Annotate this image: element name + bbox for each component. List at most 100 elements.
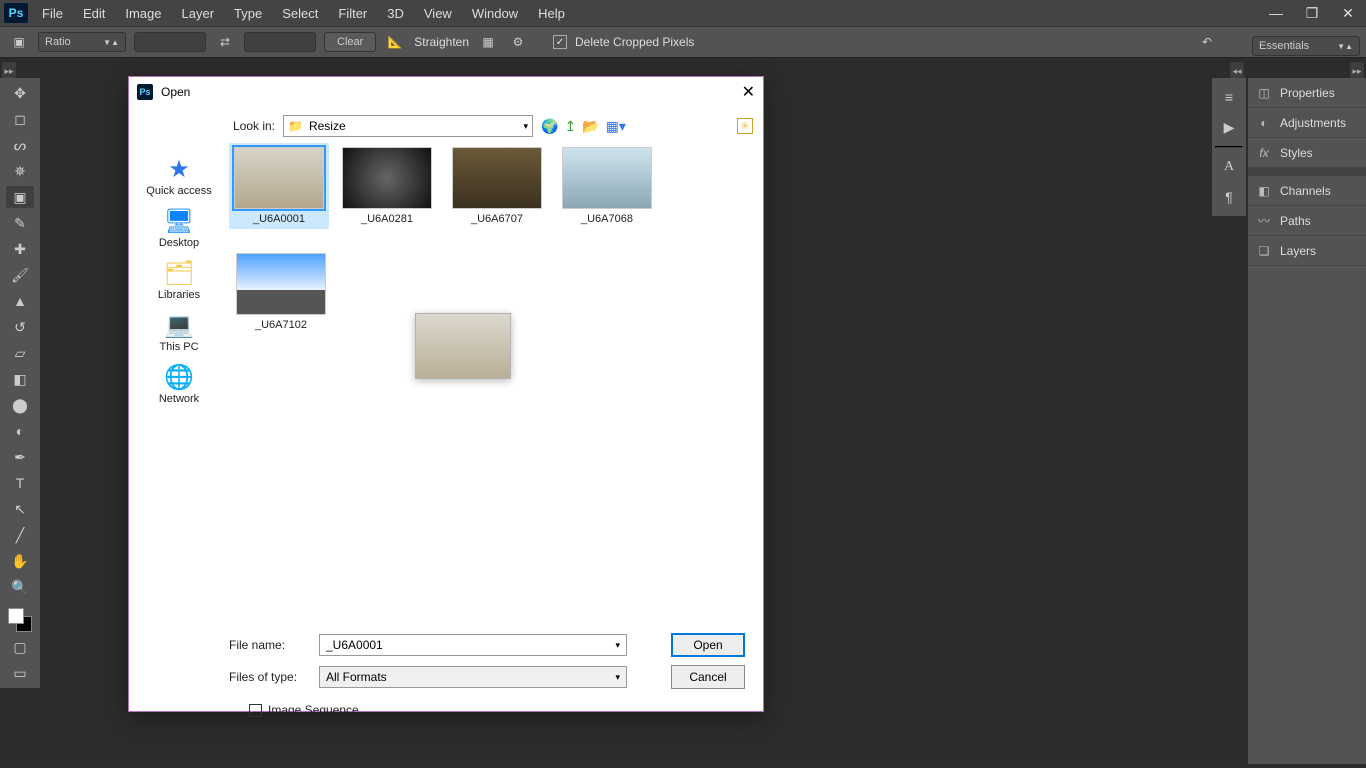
panel-styles[interactable]: fxStyles — [1248, 138, 1366, 168]
place-libraries[interactable]: 🗂Libraries — [158, 259, 200, 301]
look-in-dropdown[interactable]: 📁 Resize ▾ — [283, 115, 533, 137]
dodge-tool[interactable]: ◐ — [6, 420, 34, 442]
magic-wand-tool[interactable]: ✵ — [6, 160, 34, 182]
reset-icon[interactable]: ↶ — [1196, 31, 1218, 53]
eraser-tool[interactable]: ▱ — [6, 342, 34, 364]
file-item-3[interactable]: _U6A7068 — [559, 147, 655, 225]
panel-stack: ◫Properties ◐Adjustments fxStyles ◧Chann… — [1248, 78, 1366, 764]
quick-mask-toggle[interactable]: ▢ — [6, 636, 34, 658]
cancel-button[interactable]: Cancel — [671, 665, 745, 689]
place-this-pc[interactable]: 💻This PC — [159, 311, 198, 353]
crop-tool[interactable]: ▣ — [6, 186, 34, 208]
panel-adjustments[interactable]: ◐Adjustments — [1248, 108, 1366, 138]
presets-icon[interactable]: ≡ — [1218, 86, 1240, 108]
close-button[interactable]: ✕ — [1330, 0, 1366, 26]
file-name-4: _U6A7102 — [255, 319, 307, 331]
ratio-width-input[interactable] — [134, 32, 206, 52]
menu-bar: File Edit Image Layer Type Select Filter… — [38, 6, 565, 21]
restore-button[interactable]: ❐ — [1294, 0, 1330, 26]
menu-filter[interactable]: Filter — [338, 6, 367, 21]
menu-3d[interactable]: 3D — [387, 6, 404, 21]
panel-channels[interactable]: ◧Channels — [1248, 176, 1366, 206]
clear-button[interactable]: Clear — [324, 32, 376, 52]
collapsed-panel-strip: ≡ ▶ A ¶ — [1212, 78, 1246, 216]
menu-layer[interactable]: Layer — [182, 6, 215, 21]
filetype-label: Files of type: — [229, 670, 309, 684]
new-folder-icon[interactable]: 📂 — [582, 118, 599, 135]
panel-layers[interactable]: ❏Layers — [1248, 236, 1366, 266]
screen-mode-toggle[interactable]: ▭ — [6, 662, 34, 684]
workspace-label: Essentials — [1259, 40, 1309, 52]
swap-icon[interactable]: ⇄ — [214, 31, 236, 53]
menu-window[interactable]: Window — [472, 6, 518, 21]
options-bar: ▣ Ratio▼▲ ⇄ Clear 📐 Straighten ▦ ⚙ ✓ Del… — [0, 26, 1366, 58]
filetype-dropdown[interactable]: All Formats▾ — [319, 666, 627, 688]
gear-icon[interactable]: ⚙ — [507, 31, 529, 53]
ratio-height-input[interactable] — [244, 32, 316, 52]
eyedropper-tool[interactable]: ✎ — [6, 212, 34, 234]
menu-file[interactable]: File — [42, 6, 63, 21]
favorites-icon[interactable]: ✳ — [737, 118, 753, 134]
pen-tool[interactable]: ✒ — [6, 446, 34, 468]
brush-tool[interactable]: 🖌 — [6, 264, 34, 286]
thumbnail-icon — [236, 253, 326, 315]
panel-properties[interactable]: ◫Properties — [1248, 78, 1366, 108]
crop-tool-icon[interactable]: ▣ — [8, 31, 30, 53]
file-item-4[interactable]: _U6A7102 — [233, 253, 329, 331]
thumbnail-icon — [234, 147, 324, 209]
image-sequence-checkbox[interactable] — [249, 704, 262, 717]
file-item-2[interactable]: _U6A6707 — [449, 147, 545, 225]
blur-tool[interactable]: ⬤ — [6, 394, 34, 416]
menu-view[interactable]: View — [424, 6, 452, 21]
marquee-tool[interactable]: ◻ — [6, 108, 34, 130]
zoom-tool[interactable]: 🔍 — [6, 576, 34, 598]
view-menu-icon[interactable]: ▦▾ — [606, 118, 626, 135]
menu-help[interactable]: Help — [538, 6, 565, 21]
ratio-dropdown[interactable]: Ratio▼▲ — [38, 32, 126, 52]
menu-edit[interactable]: Edit — [83, 6, 105, 21]
workspace-selector[interactable]: Essentials▼▲ — [1252, 36, 1360, 56]
window-controls: — ❐ ✕ — [1258, 0, 1366, 26]
filename-label: File name: — [229, 638, 309, 652]
back-icon[interactable]: 🌍 — [541, 118, 558, 135]
file-name-0: _U6A0001 — [253, 213, 305, 225]
path-select-tool[interactable]: ↖ — [6, 498, 34, 520]
place-quick-access[interactable]: ★Quick access — [146, 155, 211, 197]
healing-brush-tool[interactable]: ✚ — [6, 238, 34, 260]
grid-icon[interactable]: ▦ — [477, 31, 499, 53]
place-desktop[interactable]: 🖥Desktop — [159, 207, 199, 249]
minimize-button[interactable]: — — [1258, 0, 1294, 26]
file-item-0[interactable]: _U6A0001 — [229, 143, 329, 229]
move-tool[interactable]: ✥ — [6, 82, 34, 104]
place-network[interactable]: 🌐Network — [159, 363, 199, 405]
panel-adjustments-label: Adjustments — [1280, 116, 1346, 130]
panel-properties-label: Properties — [1280, 86, 1335, 100]
play-icon[interactable]: ▶ — [1218, 116, 1240, 138]
panel-styles-label: Styles — [1280, 146, 1313, 160]
panel-channels-label: Channels — [1280, 184, 1331, 198]
color-swatches[interactable] — [8, 608, 32, 632]
history-brush-tool[interactable]: ↺ — [6, 316, 34, 338]
panel-paths[interactable]: 〰Paths — [1248, 206, 1366, 236]
menu-select[interactable]: Select — [282, 6, 318, 21]
paragraph-icon[interactable]: ¶ — [1218, 186, 1240, 208]
type-tool[interactable]: T — [6, 472, 34, 494]
dialog-close-button[interactable]: ✕ — [742, 82, 755, 102]
gradient-tool[interactable]: ◧ — [6, 368, 34, 390]
up-icon[interactable]: ↥ — [564, 118, 576, 135]
filename-input[interactable]: _U6A0001▾ — [319, 634, 627, 656]
hand-tool[interactable]: ✋ — [6, 550, 34, 572]
delete-cropped-checkbox[interactable]: ✓ — [553, 35, 567, 49]
straighten-icon[interactable]: 📐 — [384, 31, 406, 53]
file-item-1[interactable]: _U6A0281 — [339, 147, 435, 225]
place-thispc-label: This PC — [159, 341, 198, 353]
character-icon[interactable]: A — [1218, 156, 1240, 178]
lasso-tool[interactable]: ᔕ — [6, 134, 34, 156]
open-button[interactable]: Open — [671, 633, 745, 657]
panel-paths-label: Paths — [1280, 214, 1311, 228]
file-list[interactable]: _U6A0001 _U6A0281 _U6A6707 _U6A7068 — [229, 139, 753, 627]
menu-image[interactable]: Image — [125, 6, 161, 21]
clone-stamp-tool[interactable]: ▲ — [6, 290, 34, 312]
menu-type[interactable]: Type — [234, 6, 262, 21]
line-tool[interactable]: ╱ — [6, 524, 34, 546]
